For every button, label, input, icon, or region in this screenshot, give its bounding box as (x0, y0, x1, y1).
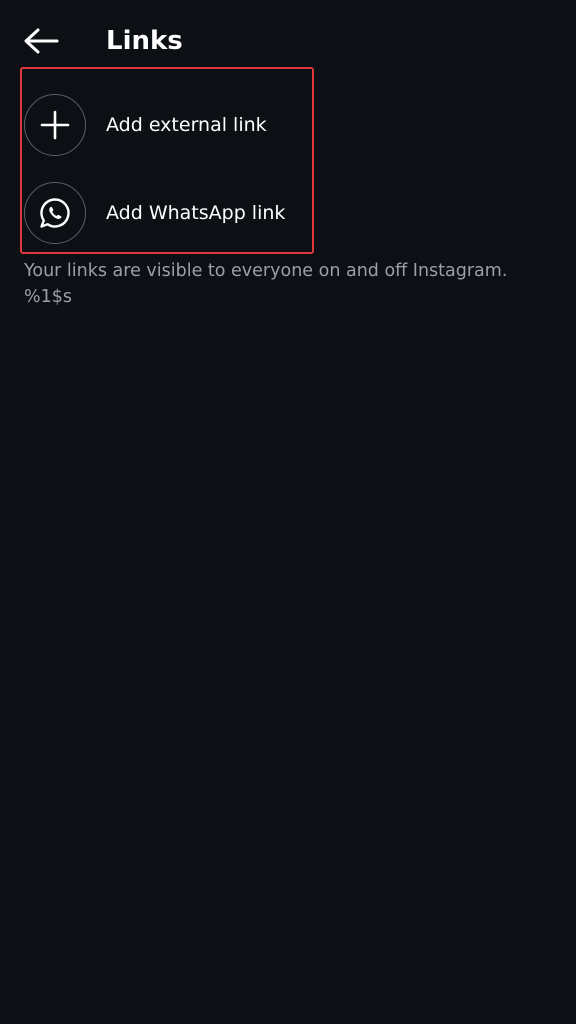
plus-icon-circle (24, 94, 86, 156)
add-whatsapp-link-button[interactable]: Add WhatsApp link (22, 176, 312, 250)
whatsapp-icon-circle (24, 182, 86, 244)
links-screen: Links Add external link Add WhatsApp lin… (0, 0, 576, 1024)
page-title: Links (106, 26, 183, 56)
add-whatsapp-link-label: Add WhatsApp link (106, 202, 286, 224)
back-arrow-icon (24, 28, 59, 54)
add-external-link-button[interactable]: Add external link (22, 88, 312, 162)
visibility-note-line: Your links are visible to everyone on an… (24, 261, 508, 281)
whatsapp-icon (40, 198, 70, 228)
plus-icon (40, 110, 70, 140)
placeholder-text: %1$s (24, 287, 73, 307)
add-external-link-label: Add external link (106, 114, 267, 136)
back-button[interactable] (18, 22, 64, 60)
links-visibility-note: Your links are visible to everyone on an… (24, 258, 564, 310)
